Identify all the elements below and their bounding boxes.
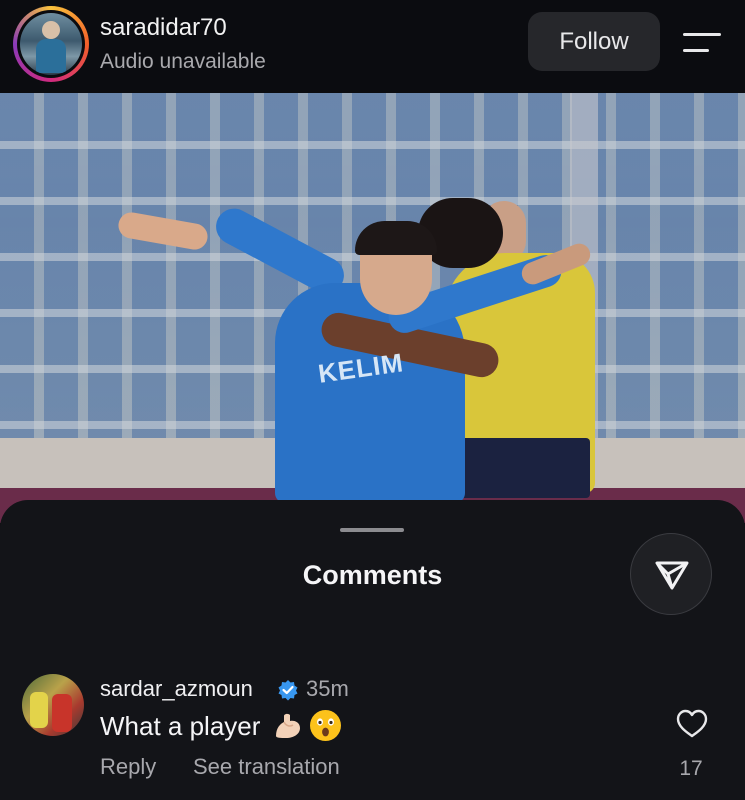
commenter-avatar[interactable]: [22, 674, 84, 736]
menu-icon[interactable]: [683, 31, 721, 55]
sheet-drag-handle[interactable]: [340, 528, 404, 532]
heart-icon[interactable]: [676, 709, 708, 739]
astonished-face-icon: [310, 710, 341, 741]
post-photo[interactable]: KELIM: [0, 93, 745, 523]
verified-badge-icon: [278, 680, 298, 701]
blue-player-hair: [355, 221, 437, 255]
avatar-player-1: [30, 692, 48, 728]
avatar-figure-body: [36, 39, 66, 73]
flexed-biceps-icon: [276, 713, 300, 738]
post-header: saradidar70 Audio unavailable Follow: [0, 0, 745, 93]
header-username[interactable]: saradidar70: [100, 14, 227, 42]
avatar-figure-head: [42, 21, 60, 39]
avatar-inner: [17, 10, 85, 78]
comment-time: 35m: [306, 676, 349, 701]
like-count: 17: [679, 757, 703, 780]
share-button[interactable]: [630, 533, 712, 615]
send-icon: [655, 561, 689, 590]
avatar-image: [20, 13, 82, 75]
see-translation-button[interactable]: See translation: [193, 754, 340, 780]
yellow-player-shorts: [450, 438, 590, 498]
comment-text: What a player: [100, 711, 261, 741]
follow-button[interactable]: Follow: [528, 12, 660, 71]
profile-avatar[interactable]: [13, 6, 89, 82]
reply-button[interactable]: Reply: [100, 754, 156, 780]
audio-status: Audio unavailable: [100, 50, 266, 73]
avatar-player-2: [52, 694, 72, 732]
comment-username[interactable]: sardar_azmoun: [100, 676, 253, 702]
